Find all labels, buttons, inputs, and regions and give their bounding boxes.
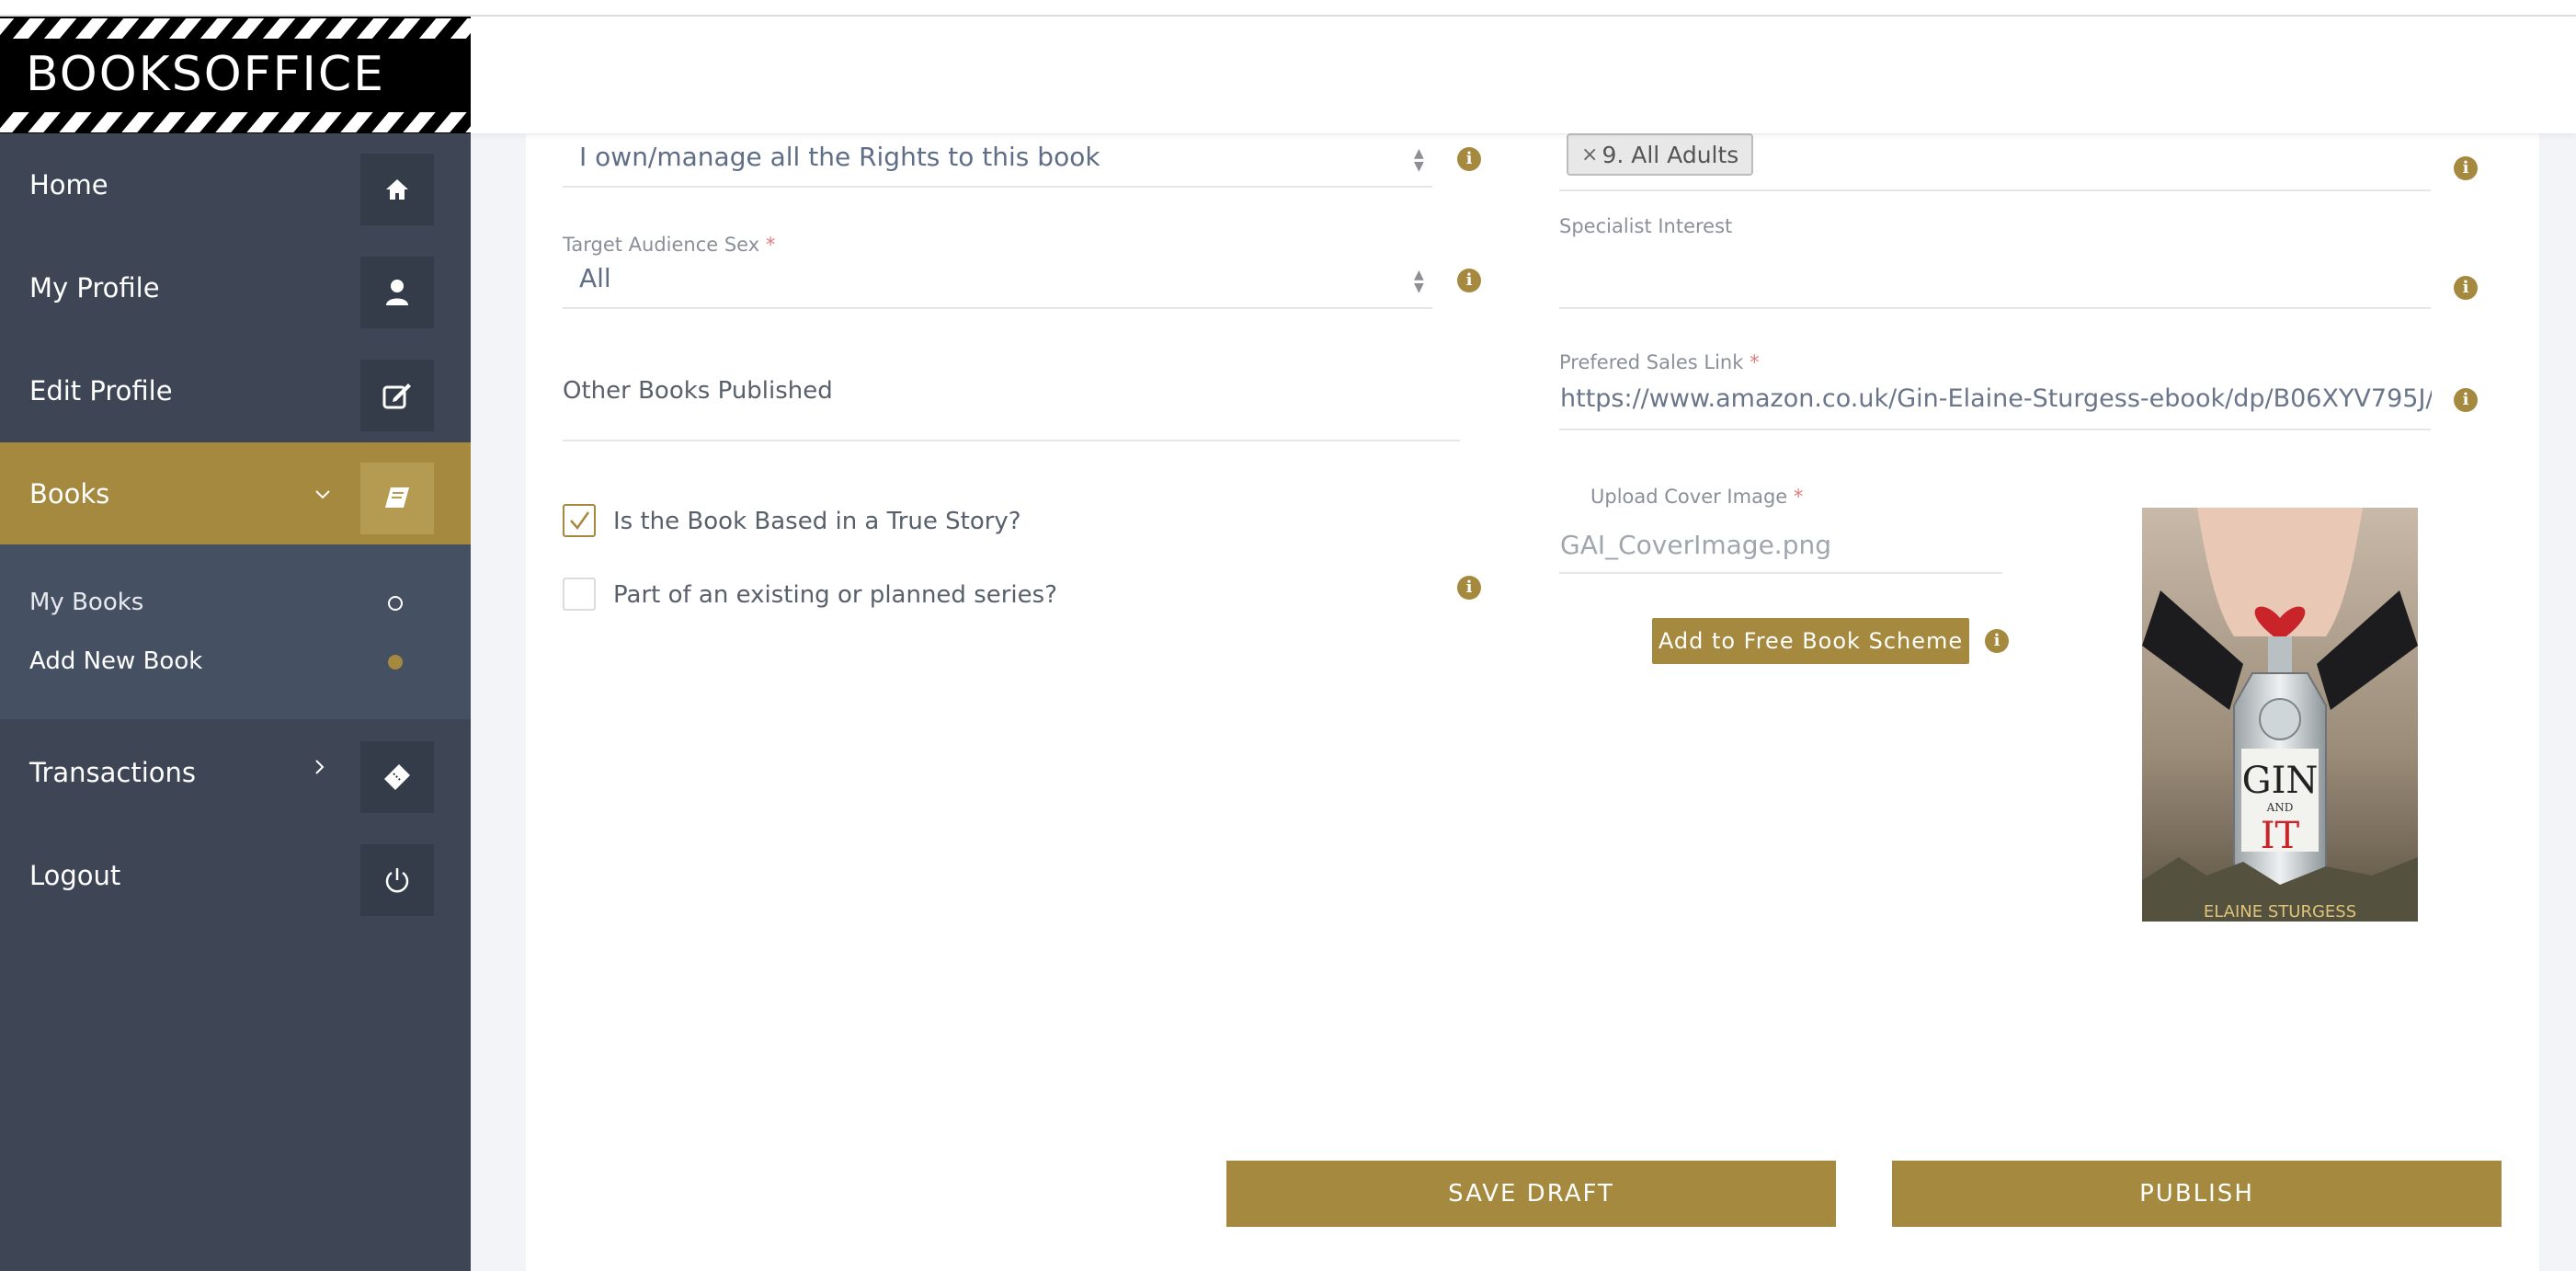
circle-filled-icon [388,655,403,670]
cover-title-gin: GIN [2242,760,2319,802]
audience-tag[interactable]: × 9. All Adults [1567,133,1754,176]
info-icon[interactable]: i [1457,147,1481,171]
books-submenu: My Books Add New Book [0,544,471,719]
logo-text: BOOKSOFFICE [26,47,385,102]
add-to-free-book-scheme-button[interactable]: Add to Free Book Scheme [1652,618,1969,664]
submenu-item-add-new-book[interactable]: Add New Book [29,647,202,675]
cover-file-input[interactable]: GAI_CoverImage.png [1560,530,1831,560]
info-icon[interactable]: i [1457,576,1481,600]
edit-icon [360,360,434,431]
info-icon[interactable]: i [1985,629,2009,653]
publish-button[interactable]: PUBLISH [1892,1161,2502,1227]
chevron-right-icon [314,758,325,781]
top-header-bar [471,17,2576,133]
specialist-label: Specialist Interest [1559,215,1733,237]
other-books-field[interactable]: Other Books Published [563,377,833,405]
target-sex-select[interactable]: All [579,263,611,293]
sidebar-item-transactions[interactable]: Transactions [0,721,471,824]
home-icon [360,154,434,225]
sales-link-label: Prefered Sales Link * [1559,351,1760,373]
chevron-down-icon [314,483,331,506]
save-draft-button[interactable]: SAVE DRAFT [1226,1161,1836,1227]
sales-link-underline [1559,429,2431,430]
target-sex-underline [563,307,1432,309]
rights-underline [563,186,1432,188]
info-icon[interactable]: i [2454,388,2478,412]
rights-select[interactable]: I own/manage all the Rights to this book [579,142,1100,172]
sidebar-item-label: My Profile [29,272,160,303]
top-border [0,0,2576,17]
select-arrows-icon: ▲ ▼ [1414,268,1424,295]
cover-title-it: IT [2261,815,2300,857]
specialist-input[interactable] [1559,307,2431,309]
info-icon[interactable]: i [2454,276,2478,300]
audience-underline [1559,189,2431,191]
sidebar-item-label: Edit Profile [29,375,173,406]
submenu-item-my-books[interactable]: My Books [29,589,143,616]
sidebar-item-label: Home [29,169,108,200]
cover-file-underline [1559,572,2002,574]
sidebar-item-edit-profile[interactable]: Edit Profile [0,339,471,442]
remove-tag-icon[interactable]: × [1581,143,1598,166]
sidebar-item-books[interactable]: Books [0,442,471,545]
audience-tag-label: 9. All Adults [1601,141,1739,168]
sidebar-item-my-profile[interactable]: My Profile [0,236,471,339]
info-icon[interactable]: i [1457,269,1481,292]
cover-author: ELAINE STURGESS [2204,902,2356,922]
other-books-underline [563,440,1460,441]
sidebar-item-label: Logout [29,860,121,891]
target-sex-label: Target Audience Sex * [563,234,776,256]
series-label: Part of an existing or planned series? [613,581,1057,609]
cover-upload-label: Upload Cover Image * [1590,486,1804,508]
book-icon [360,463,434,534]
circle-outline-icon [388,596,403,611]
series-checkbox[interactable] [563,578,596,611]
book-cover-image: GIN AND IT ELAINE STURGESS [2142,508,2418,922]
sales-link-input[interactable]: https://www.amazon.co.uk/Gin-Elaine-Stur… [1560,384,2432,413]
ticket-icon [360,741,434,813]
true-story-checkbox[interactable] [563,504,596,537]
power-icon [360,844,434,916]
info-icon[interactable]: i [2454,156,2478,180]
true-story-label: Is the Book Based in a True Story? [613,508,1021,535]
sidebar: BOOKSOFFICE Home My Profile Edit Profile… [0,17,471,1271]
checkmark-icon [570,511,590,531]
sidebar-item-label: Transactions [29,757,197,788]
user-icon [360,257,434,328]
cover-title-and: AND [2266,801,2294,814]
sidebar-item-logout[interactable]: Logout [0,824,471,927]
sidebar-item-home[interactable]: Home [0,133,471,236]
sidebar-item-label: Books [29,478,110,510]
logo[interactable]: BOOKSOFFICE [0,17,471,133]
select-arrows-icon: ▲ ▼ [1414,146,1424,174]
